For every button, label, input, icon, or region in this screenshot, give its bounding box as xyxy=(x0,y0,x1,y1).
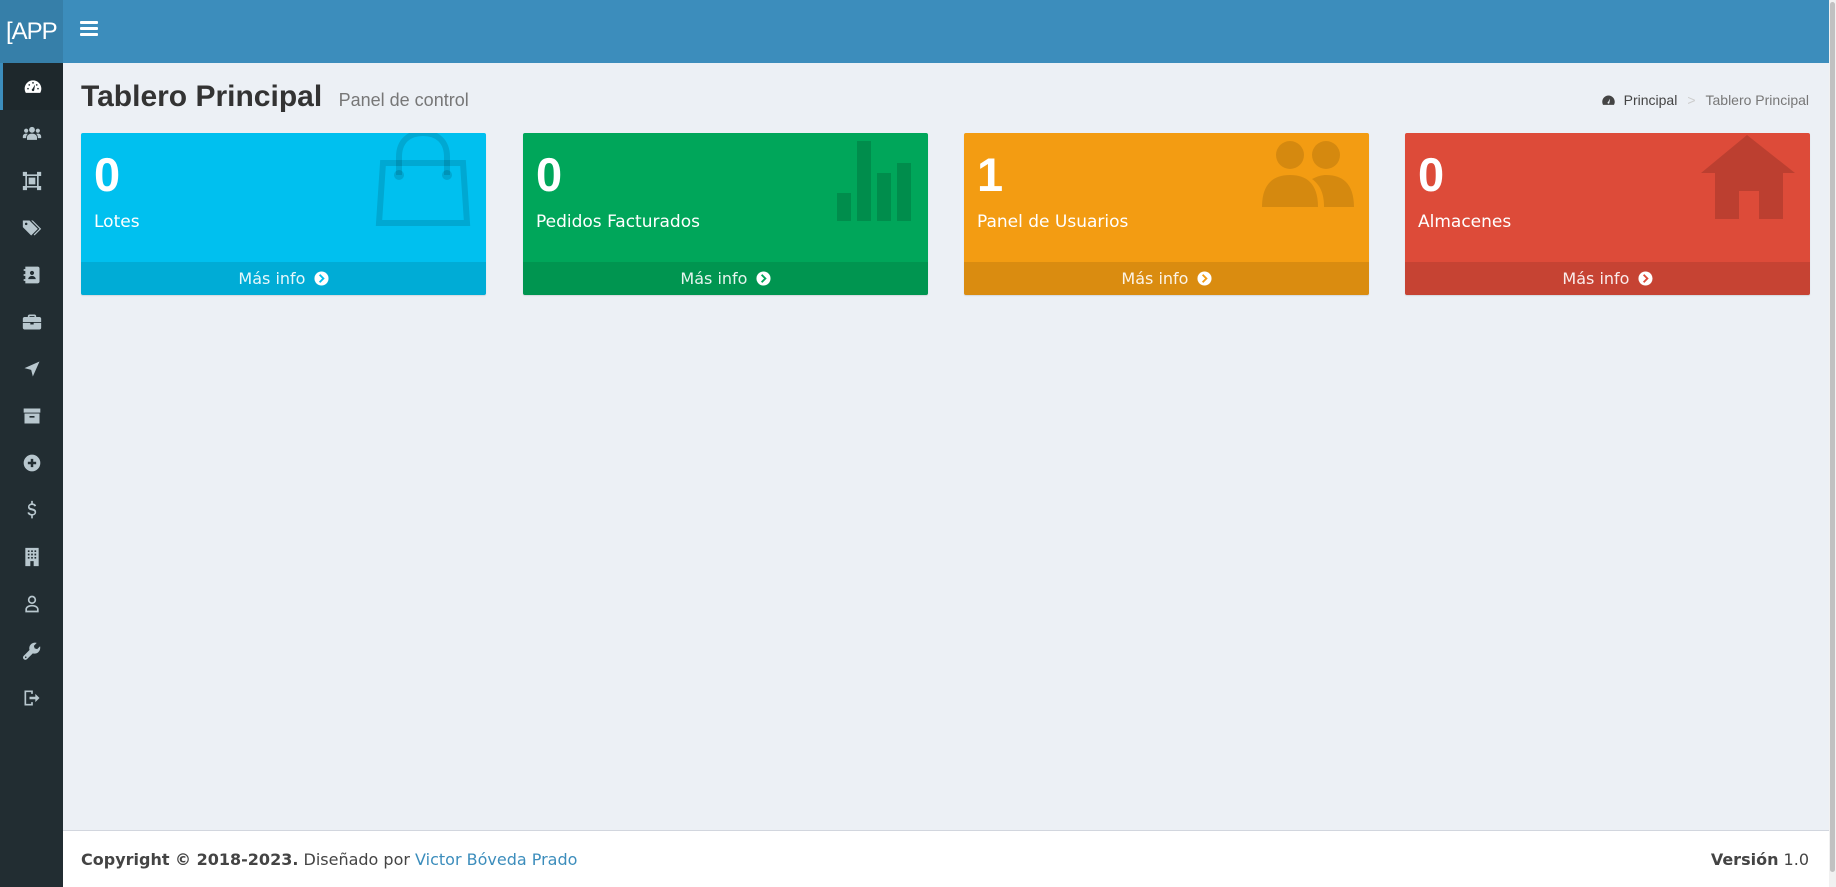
content-header: Tablero Principal Panel de control xyxy=(81,80,469,114)
arrow-circle-right-icon xyxy=(1197,271,1212,286)
sidebar-item-shipping[interactable] xyxy=(0,345,63,392)
location-arrow-icon xyxy=(24,361,39,376)
archive-icon xyxy=(23,408,40,423)
more-info-link[interactable]: Más info xyxy=(81,262,486,295)
stat-label: Lotes xyxy=(94,212,140,232)
building-icon xyxy=(24,547,39,566)
more-info-link[interactable]: Más info xyxy=(964,262,1369,295)
stat-box-lotes: 0 Lotes Más info xyxy=(81,133,486,295)
sidebar-item-profile[interactable] xyxy=(0,580,63,627)
dollar-icon xyxy=(26,500,36,518)
stat-box-usuarios: 1 Panel de Usuarios Más info xyxy=(964,133,1369,295)
briefcase-icon xyxy=(22,314,41,329)
bar-chart-icon xyxy=(837,141,911,221)
sidebar-item-logout[interactable] xyxy=(0,674,63,721)
sidebar-item-settings[interactable] xyxy=(0,627,63,674)
stat-label: Panel de Usuarios xyxy=(977,212,1129,232)
arrow-circle-right-icon xyxy=(314,271,329,286)
stat-count: 1 xyxy=(977,148,1004,201)
breadcrumb-current: Tablero Principal xyxy=(1705,92,1810,108)
page-title: Tablero Principal xyxy=(81,80,323,113)
top-navbar: [APP xyxy=(0,0,1829,63)
sidebar-item-finance[interactable] xyxy=(0,486,63,533)
stat-count: 0 xyxy=(94,148,121,201)
more-info-link[interactable]: Más info xyxy=(523,262,928,295)
plus-circle-icon xyxy=(23,454,40,471)
sidebar-item-dashboard[interactable] xyxy=(0,63,63,110)
stat-box-pedidos: 0 Pedidos Facturados Más info xyxy=(523,133,928,295)
page-footer: Copyright © 2018-2023. Diseñado por Vict… xyxy=(63,830,1829,887)
scrollbar-thumb[interactable] xyxy=(1830,2,1835,872)
sign-out-icon xyxy=(24,690,39,705)
sidebar-item-contacts[interactable] xyxy=(0,251,63,298)
stat-count: 0 xyxy=(536,148,563,201)
stat-label: Pedidos Facturados xyxy=(536,212,700,232)
more-info-link[interactable]: Más info xyxy=(1405,262,1810,295)
users-icon xyxy=(22,126,41,140)
sidebar-item-business[interactable] xyxy=(0,298,63,345)
sidebar-item-tags[interactable] xyxy=(0,204,63,251)
page-subtitle: Panel de control xyxy=(338,90,469,110)
object-group-icon xyxy=(22,171,41,190)
breadcrumb: Principal > Tablero Principal xyxy=(1601,92,1809,108)
sidebar-item-groups[interactable] xyxy=(0,157,63,204)
sidebar-item-archive[interactable] xyxy=(0,392,63,439)
wrench-icon xyxy=(22,642,40,660)
footer-version: Versión 1.0 xyxy=(1710,850,1809,869)
tags-icon xyxy=(22,220,41,235)
sidebar-toggle-button[interactable] xyxy=(80,21,98,41)
app-logo[interactable]: [APP xyxy=(0,0,63,63)
users-icon xyxy=(1262,141,1354,207)
dashboard-icon xyxy=(1601,95,1615,105)
address-book-icon xyxy=(23,266,39,283)
sidebar xyxy=(0,63,63,887)
hamburger-icon xyxy=(80,21,98,24)
footer-copyright: Copyright © 2018-2023. Diseñado por Vict… xyxy=(81,850,578,869)
dashboard-icon xyxy=(24,79,42,93)
user-icon xyxy=(24,595,39,612)
stat-box-almacenes: 0 Almacenes Más info xyxy=(1405,133,1810,295)
stat-count: 0 xyxy=(1418,148,1445,201)
shopping-bag-icon xyxy=(375,133,471,226)
sidebar-item-companies[interactable] xyxy=(0,533,63,580)
page-scrollbar[interactable] xyxy=(1829,0,1836,887)
breadcrumb-home-link[interactable]: Principal xyxy=(1624,92,1678,108)
sidebar-item-add[interactable] xyxy=(0,439,63,486)
arrow-circle-right-icon xyxy=(1638,271,1653,286)
breadcrumb-separator: > xyxy=(1687,92,1696,108)
stat-label: Almacenes xyxy=(1418,212,1512,232)
arrow-circle-right-icon xyxy=(756,271,771,286)
home-icon xyxy=(1701,135,1795,219)
author-link[interactable]: Victor Bóveda Prado xyxy=(415,850,577,869)
sidebar-item-users[interactable] xyxy=(0,110,63,157)
